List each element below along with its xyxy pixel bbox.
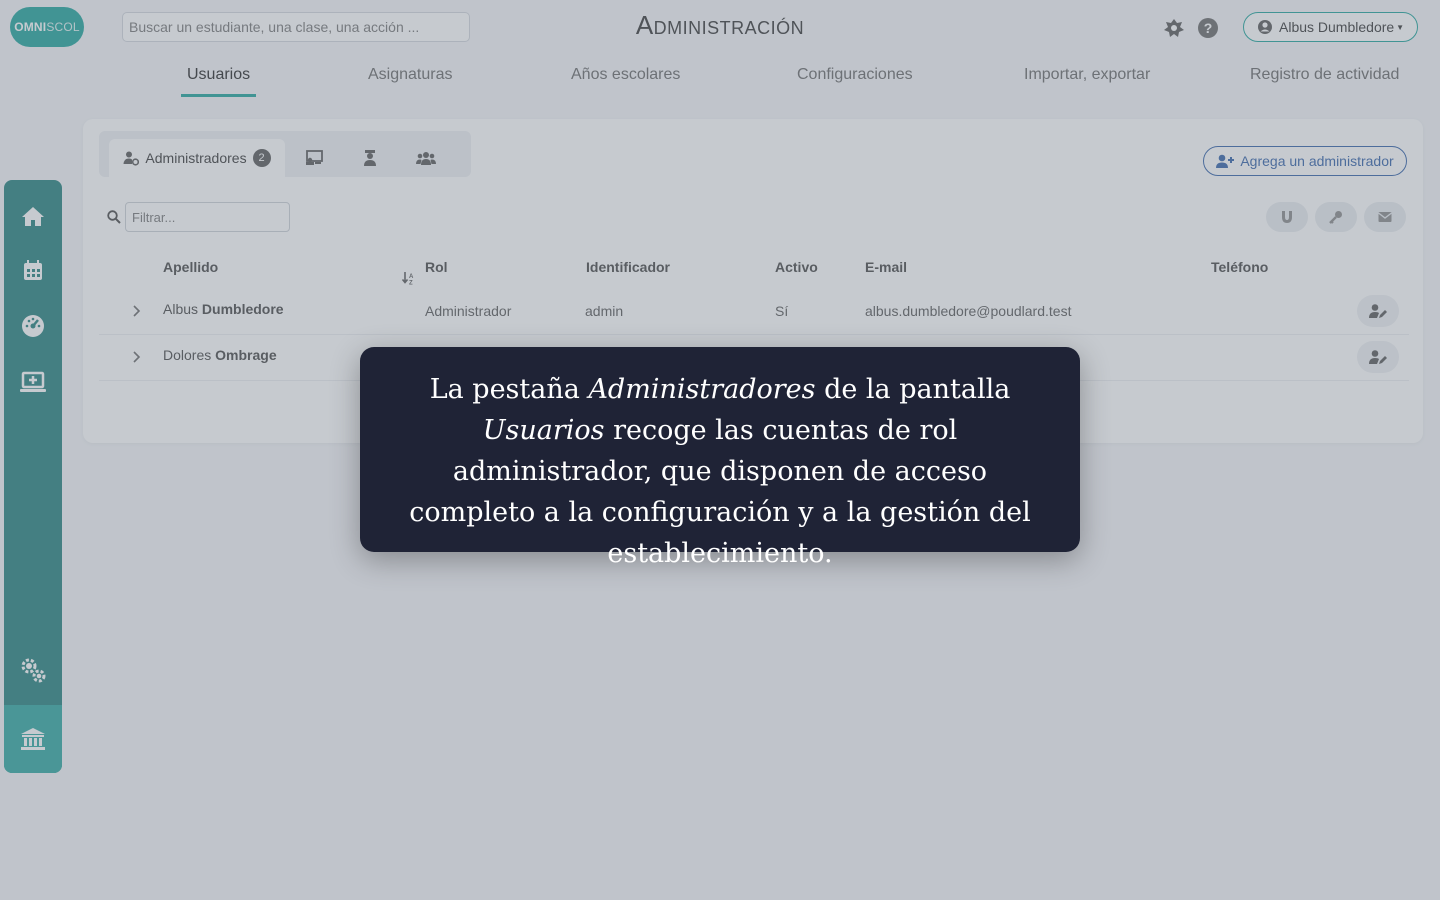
caption-text-1: La pestaña: [429, 374, 589, 405]
tutorial-caption: La pestaña Administradores de la pantall…: [360, 347, 1080, 569]
caption-emphasis-2: Usuarios: [482, 415, 605, 446]
caption-text-2: de la pantalla: [815, 374, 1011, 405]
caption-emphasis-1: Administradores: [588, 374, 816, 405]
